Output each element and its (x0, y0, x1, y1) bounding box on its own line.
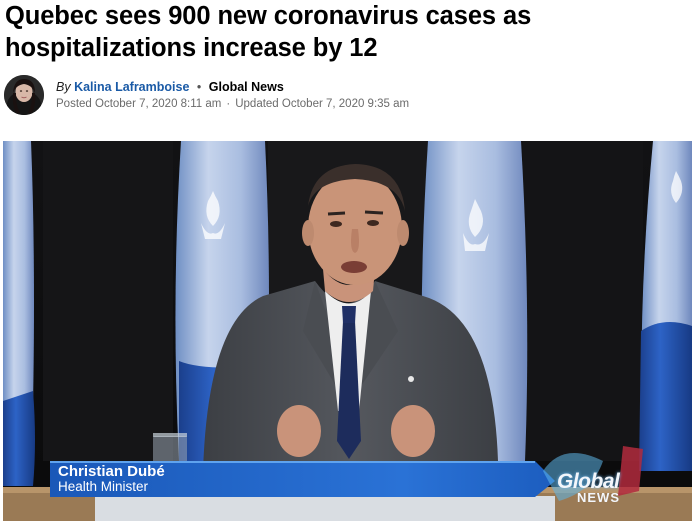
author-link[interactable]: Kalina Laframboise (74, 80, 189, 94)
speaker-title: Health Minister (58, 479, 149, 494)
brand-watermark: Global NEWS (557, 470, 647, 506)
lower-third: Christian Dubé Health Minister (50, 461, 550, 497)
speaker-name: Christian Dubé (58, 463, 165, 480)
flag-left (3, 141, 35, 486)
brand-news-text: NEWS (577, 490, 620, 505)
byline-by: By (56, 80, 71, 94)
byline: By Kalina Laframboise • Global News (56, 79, 284, 95)
article-dates: Posted October 7, 2020 8:11 am · Updated O… (56, 97, 409, 112)
author-avatar[interactable] (4, 75, 44, 115)
article-headline: Quebec sees 900 new coronavirus cases as… (5, 2, 532, 62)
byline-separator: • (196, 80, 202, 94)
source-name: Global News (208, 80, 284, 94)
posted-date: Posted October 7, 2020 8:11 am (56, 98, 222, 110)
updated-date: Updated October 7, 2020 9:35 am (235, 98, 410, 110)
byline-section: By Kalina Laframboise • Global News Post… (4, 75, 604, 119)
date-separator: · (226, 98, 231, 110)
